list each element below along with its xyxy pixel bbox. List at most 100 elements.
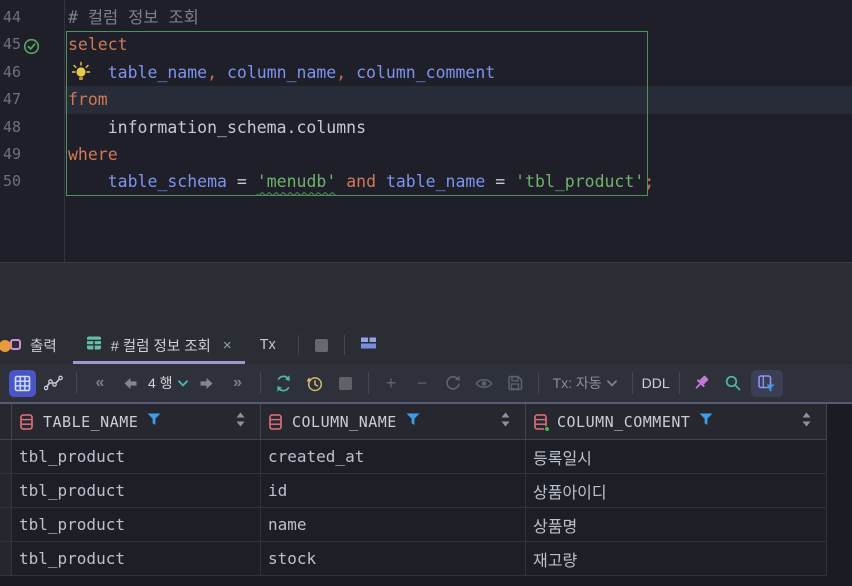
code-line-current: 47 from	[0, 86, 852, 113]
row-gutter[interactable]	[0, 542, 12, 575]
column-icon	[20, 413, 33, 430]
nullable-dot	[544, 425, 550, 432]
sql-keyword: where	[68, 144, 118, 164]
table-filter-toggle-button[interactable]	[750, 369, 783, 397]
tab-tx[interactable]: Tx	[245, 326, 291, 364]
result-tabbar: 출력 # 컬럼 정보 조회 × Tx	[0, 326, 385, 364]
divider	[76, 372, 77, 394]
delete-row-button[interactable]: −	[409, 370, 436, 397]
cell[interactable]: 재고량	[526, 542, 827, 575]
grid-header-row: TABLE_NAME COLUMN_NAME COLUMN_COMMENT	[0, 404, 827, 440]
cell[interactable]: created_at	[261, 440, 526, 473]
console-output-icon	[0, 337, 21, 354]
tab-tx-label: Tx	[259, 337, 276, 353]
sql-string-tbl-product: 'tbl_product'	[515, 172, 645, 192]
column-header-table-name[interactable]: TABLE_NAME	[12, 404, 261, 439]
column-header-column-comment[interactable]: COLUMN_COMMENT	[526, 404, 827, 439]
next-page-button[interactable]	[193, 370, 220, 397]
search-button[interactable]	[720, 370, 747, 397]
last-page-button[interactable]: »	[224, 370, 251, 397]
previous-page-button[interactable]	[117, 370, 144, 397]
stop-button[interactable]	[332, 370, 359, 397]
sql-string-menudb: 'menudb'	[256, 172, 337, 192]
stop-square-icon[interactable]	[314, 338, 328, 352]
cell[interactable]: 상품명	[526, 508, 827, 541]
tx-mode-label: Tx: 자동	[552, 375, 602, 391]
chart-view-button[interactable]	[40, 370, 67, 397]
close-icon[interactable]: ×	[223, 337, 232, 354]
preview-button[interactable]	[471, 370, 498, 397]
divider	[297, 335, 299, 355]
sql-identifier: column_name	[226, 62, 337, 82]
cell[interactable]: tbl_product	[12, 508, 261, 541]
history-button[interactable]	[301, 370, 328, 397]
divider	[367, 372, 369, 394]
line-number: 44	[3, 8, 22, 26]
first-page-button[interactable]: «	[86, 370, 113, 397]
ddl-button[interactable]: DDL	[642, 370, 670, 397]
column-header-column-name[interactable]: COLUMN_NAME	[261, 404, 526, 439]
filter-funnel-icon[interactable]	[406, 413, 420, 431]
sql-keyword: select	[68, 35, 128, 55]
column-icon	[269, 413, 282, 430]
layout-settings-icon[interactable]	[360, 335, 377, 356]
sort-arrows-icon[interactable]	[501, 412, 510, 432]
cell[interactable]: 상품아이디	[526, 474, 827, 507]
sql-comment: # 컬럼 정보 조회	[68, 8, 199, 27]
code-line: 49 where	[0, 141, 852, 168]
services-panel-header: 출력 # 컬럼 정보 조회 × Tx	[0, 262, 852, 364]
filter-funnel-icon[interactable]	[699, 413, 713, 431]
cell[interactable]: name	[261, 508, 526, 541]
sql-identifier: table_name	[107, 62, 208, 82]
cell[interactable]: 등록일시	[526, 440, 827, 473]
reload-page-button[interactable]	[270, 370, 297, 397]
tab-result-label: # 컬럼 정보 조회	[110, 338, 211, 355]
code-line: 48 information_schema.columns	[0, 114, 852, 141]
code-line: 44 # 컬럼 정보 조회	[0, 4, 852, 31]
table-row: tbl_product id 상품아이디	[0, 474, 827, 508]
cell[interactable]: tbl_product	[12, 474, 261, 507]
code-line: 46 table_name, column_name, column_comme…	[0, 59, 852, 86]
divider	[343, 335, 345, 355]
cell[interactable]: stock	[261, 542, 526, 575]
row-gutter[interactable]	[0, 440, 12, 473]
divider	[259, 372, 261, 394]
code-line: 50 table_schema = 'menudb' and table_nam…	[0, 168, 852, 195]
sql-identifier: information_schema.columns	[68, 117, 367, 137]
chevron-down-icon	[177, 379, 188, 387]
page-size-dropdown[interactable]: 4 행	[148, 370, 189, 397]
filter-funnel-icon[interactable]	[147, 413, 161, 431]
divider	[678, 372, 680, 394]
divider	[537, 372, 539, 394]
cell[interactable]: id	[261, 474, 526, 507]
sort-arrows-icon[interactable]	[802, 412, 811, 432]
sql-keyword: from	[68, 90, 108, 110]
row-gutter[interactable]	[0, 474, 12, 507]
line-number: 48	[3, 117, 22, 136]
result-grid-area: TABLE_NAME COLUMN_NAME COLUMN_COMMENT tb…	[0, 404, 852, 586]
result-grid: TABLE_NAME COLUMN_NAME COLUMN_COMMENT tb…	[0, 404, 827, 576]
tx-mode-dropdown[interactable]: Tx: 자동	[548, 370, 623, 397]
pin-tab-button[interactable]	[689, 370, 716, 397]
table-row: tbl_product stock 재고량	[0, 542, 827, 576]
page-size-label: 4 행	[148, 375, 173, 391]
tab-result-set[interactable]: # 컬럼 정보 조회 ×	[72, 326, 245, 364]
grid-toolbar: « 4 행 » + − Tx: 자동 DDL	[0, 364, 852, 404]
grid-view-button[interactable]	[9, 369, 36, 397]
sql-identifier: column_comment	[356, 62, 496, 82]
cell[interactable]: tbl_product	[12, 542, 261, 575]
table-grid-icon	[86, 335, 102, 355]
tab-output[interactable]: 출력	[0, 326, 73, 364]
sql-editor[interactable]: 44 # 컬럼 정보 조회 45 select 46 table_name, c…	[0, 0, 852, 262]
row-gutter[interactable]	[0, 508, 12, 541]
line-number: 49	[3, 144, 22, 163]
divider	[631, 372, 633, 394]
revert-button[interactable]	[440, 370, 467, 397]
save-button[interactable]	[502, 370, 529, 397]
sort-arrows-icon[interactable]	[236, 412, 245, 432]
table-row: tbl_product created_at 등록일시	[0, 440, 827, 474]
add-row-button[interactable]: +	[378, 370, 405, 397]
run-success-icon	[23, 36, 40, 55]
grid-corner-gutter[interactable]	[0, 404, 12, 439]
cell[interactable]: tbl_product	[12, 440, 261, 473]
